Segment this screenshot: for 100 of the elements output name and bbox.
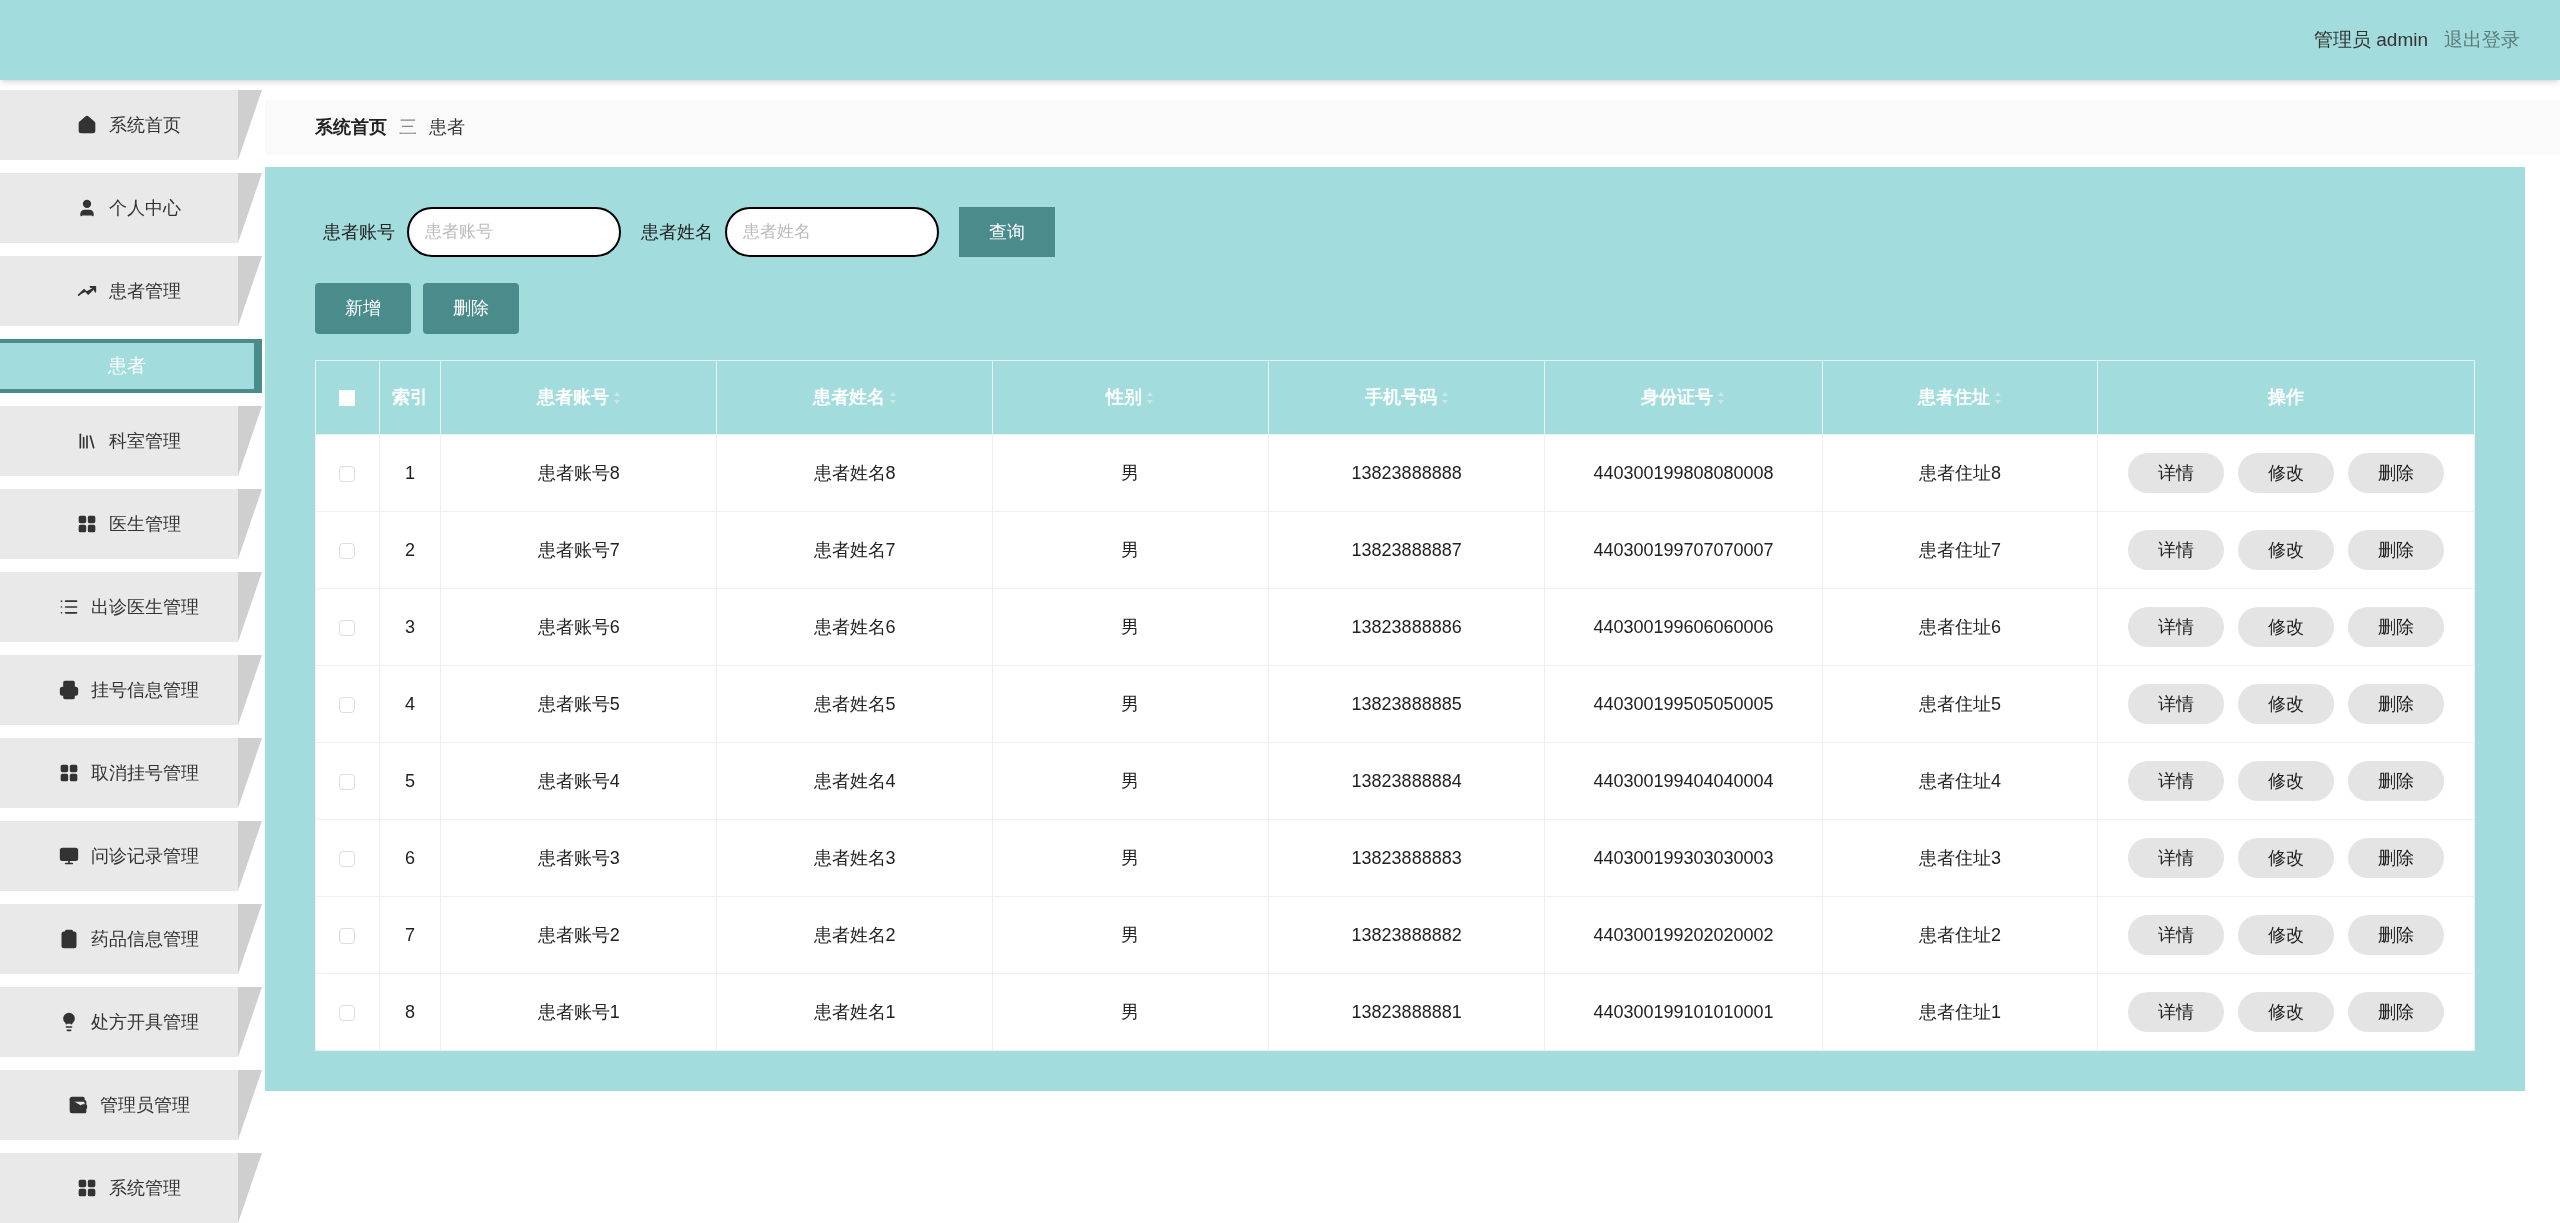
table-cell: 440300199303030003 xyxy=(1593,847,1774,868)
table-cell: 患者姓名4 xyxy=(813,770,896,791)
row-checkbox[interactable] xyxy=(339,465,356,482)
table-cell: 6 xyxy=(404,847,415,868)
edit-button[interactable]: 修改 xyxy=(2238,915,2335,955)
sort-icon[interactable] xyxy=(1440,390,1449,405)
delete-button[interactable]: 删除 xyxy=(2348,684,2445,724)
table-cell: 8 xyxy=(404,1001,415,1022)
details-button[interactable]: 详情 xyxy=(2128,453,2225,493)
table-cell: 患者姓名7 xyxy=(813,539,896,560)
table-cell: 440300199606060006 xyxy=(1593,616,1774,637)
books-icon xyxy=(77,431,97,451)
sidebar-item[interactable]: 药品信息管理 xyxy=(0,904,238,974)
delete-button[interactable]: 删除 xyxy=(2348,992,2445,1032)
table-cell: 2 xyxy=(404,539,415,560)
table-cell: 患者账号2 xyxy=(537,924,620,945)
table-cell: 患者住址2 xyxy=(1919,924,2001,945)
details-button[interactable]: 详情 xyxy=(2128,761,2225,801)
sort-icon[interactable] xyxy=(888,390,897,405)
sidebar-item[interactable]: 患者管理 xyxy=(0,256,238,326)
table-cell: 患者姓名3 xyxy=(813,847,896,868)
delete-button[interactable]: 删除 xyxy=(2348,530,2445,570)
delete-button[interactable]: 删除 xyxy=(2348,453,2445,493)
edit-button[interactable]: 修改 xyxy=(2238,453,2335,493)
edit-button[interactable]: 修改 xyxy=(2238,607,2335,647)
details-button[interactable]: 详情 xyxy=(2128,607,2225,647)
table-cell: 3 xyxy=(404,616,415,637)
sidebar-item[interactable]: 个人中心 xyxy=(0,173,238,243)
table-cell: 440300199101010001 xyxy=(1593,1001,1774,1022)
sidebar-item[interactable]: 医生管理 xyxy=(0,489,238,559)
row-checkbox[interactable] xyxy=(339,773,356,790)
table-cell: 男 xyxy=(1121,462,1140,483)
edit-button[interactable]: 修改 xyxy=(2238,530,2335,570)
edit-button[interactable]: 修改 xyxy=(2238,684,2335,724)
table-cell: 患者账号7 xyxy=(537,539,620,560)
breadcrumb-link[interactable]: 系统首页 xyxy=(315,114,387,141)
search-field[interactable]: 患者账号 xyxy=(407,207,621,257)
sidebar-item[interactable]: 系统管理 xyxy=(0,1153,238,1223)
table-cell: 440300199505050005 xyxy=(1593,693,1774,714)
sort-icon[interactable] xyxy=(1994,390,2002,405)
table-cell: 440300199202020002 xyxy=(1593,924,1774,945)
edit-button[interactable]: 修改 xyxy=(2238,761,2335,801)
delete-button[interactable]: 删除 xyxy=(2348,838,2445,878)
details-button[interactable]: 详情 xyxy=(2128,530,2225,570)
select-all-checkbox[interactable] xyxy=(339,390,356,407)
table-cell: 男 xyxy=(1121,1001,1140,1022)
add-button[interactable]: 新增 xyxy=(315,283,411,334)
breadcrumb-separator: 三 xyxy=(399,116,417,139)
table-cell: 患者住址3 xyxy=(1919,847,2001,868)
sort-icon[interactable] xyxy=(1146,390,1155,405)
search-button[interactable]: 查询 xyxy=(959,207,1055,257)
table-cell: 男 xyxy=(1121,693,1140,714)
row-checkbox[interactable] xyxy=(339,619,356,636)
details-button[interactable]: 详情 xyxy=(2128,992,2225,1032)
breadcrumb-link[interactable]: 患者 xyxy=(429,114,465,141)
grid-icon xyxy=(77,1178,97,1198)
tab-corner-shape xyxy=(238,1153,262,1223)
details-button[interactable]: 详情 xyxy=(2128,915,2225,955)
delete-button[interactable]: 删除 xyxy=(2348,915,2445,955)
table-cell: 男 xyxy=(1121,616,1140,637)
tab-corner-shape xyxy=(238,738,262,808)
monitor-icon xyxy=(59,846,79,866)
tab-corner-shape xyxy=(238,821,262,891)
table-cell: 男 xyxy=(1121,770,1140,791)
row-checkbox[interactable] xyxy=(339,850,356,867)
table-cell: 患者姓名8 xyxy=(813,462,896,483)
table-cell: 13823888881 xyxy=(1351,1001,1462,1022)
delete-button[interactable]: 删除 xyxy=(2348,607,2445,647)
grid-icon xyxy=(77,514,97,534)
table-cell: 440300199404040004 xyxy=(1593,770,1774,791)
details-button[interactable]: 详情 xyxy=(2128,684,2225,724)
sidebar-item[interactable]: 科室管理 xyxy=(0,406,238,476)
sidebar-item[interactable]: 取消挂号管理 xyxy=(0,738,238,808)
sidebar-item[interactable]: 出诊医生管理 xyxy=(0,572,238,642)
row-checkbox[interactable] xyxy=(339,696,356,713)
table-cell: 患者账号4 xyxy=(537,770,620,791)
details-button[interactable]: 详情 xyxy=(2128,838,2225,878)
sidebar-item[interactable]: 问诊记录管理 xyxy=(0,821,238,891)
table-cell: 440300199808080008 xyxy=(1593,462,1774,483)
sidebar-item[interactable]: 管理员管理 xyxy=(0,1070,238,1140)
user-label: 管理员 admin xyxy=(2313,27,2428,52)
sidebar-item[interactable]: 处方开具管理 xyxy=(0,987,238,1057)
row-checkbox[interactable] xyxy=(339,1004,356,1021)
edit-button[interactable]: 修改 xyxy=(2238,992,2335,1032)
search-field[interactable]: 患者姓名 xyxy=(725,207,939,257)
edit-button[interactable]: 修改 xyxy=(2238,838,2335,878)
table-cell: 13823888888 xyxy=(1351,462,1462,483)
table-cell: 患者账号8 xyxy=(537,462,620,483)
row-checkbox[interactable] xyxy=(339,927,356,944)
delete-button[interactable]: 删除 xyxy=(423,283,519,334)
table-cell: 男 xyxy=(1121,924,1140,945)
user-icon xyxy=(77,198,97,218)
sort-icon[interactable] xyxy=(1717,390,1726,405)
sort-icon[interactable] xyxy=(612,390,621,405)
table-cell: 患者住址7 xyxy=(1919,539,2001,560)
row-checkbox[interactable] xyxy=(339,542,356,559)
sidebar-item[interactable]: 系统首页 xyxy=(0,90,238,160)
delete-button[interactable]: 删除 xyxy=(2348,761,2445,801)
sidebar-item[interactable]: 挂号信息管理 xyxy=(0,655,238,725)
table-cell: 患者账号3 xyxy=(537,847,620,868)
